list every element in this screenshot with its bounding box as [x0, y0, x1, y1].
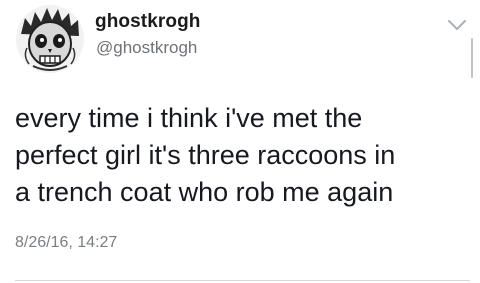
- scrollbar[interactable]: [471, 38, 473, 78]
- tweet-text: every time i think i've met the perfect …: [15, 100, 470, 211]
- tweet-menu-button[interactable]: [446, 16, 468, 34]
- divider: [15, 280, 470, 281]
- tweet-timestamp[interactable]: 8/26/16, 14:27: [15, 234, 117, 252]
- tweet-card: ghostkrogh @ghostkrogh every time i thin…: [0, 0, 480, 283]
- tweet-text-line: every time i think i've met the: [15, 103, 363, 133]
- author-display-name[interactable]: ghostkrogh: [95, 11, 201, 33]
- avatar[interactable]: [15, 4, 85, 74]
- tweet-text-line: a trench coat who rob me again: [15, 177, 394, 207]
- author-handle[interactable]: @ghostkrogh: [96, 38, 197, 58]
- skull-avatar-icon: [16, 5, 84, 73]
- tweet-text-line: perfect girl it's three raccoons in: [15, 140, 396, 170]
- chevron-down-icon: [448, 20, 466, 30]
